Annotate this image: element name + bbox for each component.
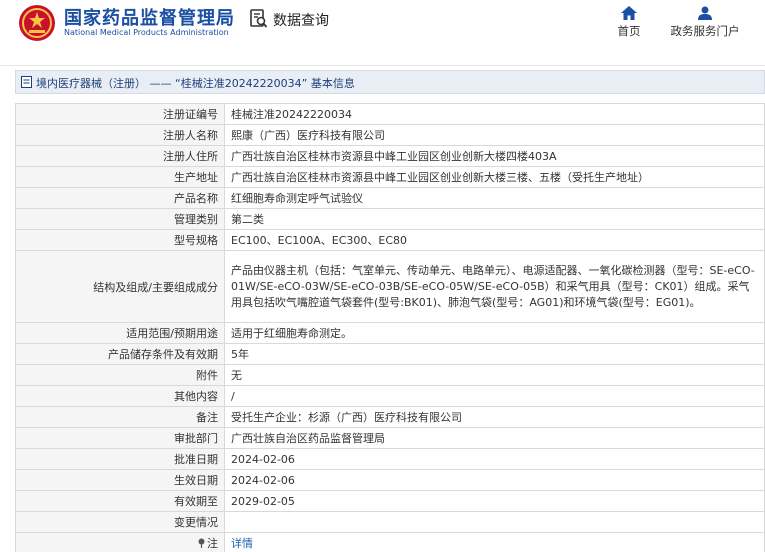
nav-home[interactable]: 首页 <box>612 6 646 39</box>
user-icon <box>698 6 712 20</box>
field-label: 结构及组成/主要组成成分 <box>15 250 225 323</box>
field-label: 管理类别 <box>15 208 225 230</box>
field-label: 注 <box>15 532 225 552</box>
table-row: 注册人住所 广西壮族自治区桂林市资源县中峰工业园区创业创新大楼四楼403A <box>15 145 765 167</box>
table-row: 结构及组成/主要组成成分 产品由仪器主机（包括：气室单元、传动单元、电路单元）、电… <box>15 250 765 323</box>
field-value: 熙康（广西）医疗科技有限公司 <box>224 124 765 146</box>
field-label: 有效期至 <box>15 490 225 512</box>
field-value: 详情 <box>224 532 765 552</box>
field-value: 广西壮族自治区药品监督管理局 <box>224 427 765 449</box>
field-value: 广西壮族自治区桂林市资源县中峰工业园区创业创新大楼三楼、五楼（受托生产地址） <box>224 166 765 188</box>
field-value <box>224 511 765 533</box>
table-row: 注册人名称 熙康（广西）医疗科技有限公司 <box>15 124 765 146</box>
field-label: 适用范围/预期用途 <box>15 322 225 344</box>
section-title: 境内医疗器械（注册） —— “桂械注准20242220034” 基本信息 <box>36 77 355 90</box>
field-value: 5年 <box>224 343 765 365</box>
national-emblem-icon <box>19 5 55 41</box>
note-label: 注 <box>207 537 218 550</box>
nav-service-portal-label: 政务服务门户 <box>670 24 740 38</box>
home-icon <box>621 6 637 20</box>
table-row: 有效期至 2029-02-05 <box>15 490 765 512</box>
table-row: 产品储存条件及有效期 5年 <box>15 343 765 365</box>
field-label: 注册人名称 <box>15 124 225 146</box>
data-query-label: 数据查询 <box>273 13 329 29</box>
table-row: 管理类别 第二类 <box>15 208 765 230</box>
table-row: 生产地址 广西壮族自治区桂林市资源县中峰工业园区创业创新大楼三楼、五楼（受托生产地… <box>15 166 765 188</box>
site-header: 国家药品监督管理局 National Medical Products Admi… <box>0 0 765 66</box>
field-value: 2024-02-06 <box>224 469 765 491</box>
field-label: 备注 <box>15 406 225 428</box>
nav-service-portal[interactable]: 政务服务门户 <box>664 6 746 39</box>
site-subtitle: National Medical Products Administration <box>64 28 229 37</box>
data-query-icon <box>250 9 268 28</box>
field-value: 适用于红细胞寿命测定。 <box>224 322 765 344</box>
field-label: 注册人住所 <box>15 145 225 167</box>
field-label: 生效日期 <box>15 469 225 491</box>
field-label: 型号规格 <box>15 229 225 251</box>
nav-home-label: 首页 <box>617 24 641 38</box>
table-row: 注册证编号 桂械注准20242220034 <box>15 103 765 125</box>
field-label: 产品名称 <box>15 187 225 209</box>
field-label: 生产地址 <box>15 166 225 188</box>
registration-info-table: 注册证编号 桂械注准20242220034 注册人名称 熙康（广西）医疗科技有限公司注… <box>15 103 765 552</box>
field-value: 第二类 <box>224 208 765 230</box>
field-value: 广西壮族自治区桂林市资源县中峰工业园区创业创新大楼四楼403A <box>224 145 765 167</box>
table-row: 备注 受托生产企业：杉源（广西）医疗科技有限公司 <box>15 406 765 428</box>
document-icon <box>21 76 32 88</box>
field-label: 其他内容 <box>15 385 225 407</box>
table-row: 其他内容 / <box>15 385 765 407</box>
table-row: 型号规格 EC100、EC100A、EC300、EC80 <box>15 229 765 251</box>
field-label: 注册证编号 <box>15 103 225 125</box>
table-row: 适用范围/预期用途 适用于红细胞寿命测定。 <box>15 322 765 344</box>
field-value: 产品由仪器主机（包括：气室单元、传动单元、电路单元）、电源适配器、一氧化碳检测器… <box>224 250 765 323</box>
field-value: / <box>224 385 765 407</box>
field-value: EC100、EC100A、EC300、EC80 <box>224 229 765 251</box>
table-row: 附件无 <box>15 364 765 386</box>
field-value: 无 <box>224 364 765 386</box>
pin-icon <box>198 538 205 548</box>
table-row: 产品名称 红细胞寿命测定呼气试验仪 <box>15 187 765 209</box>
field-label: 附件 <box>15 364 225 386</box>
field-label: 变更情况 <box>15 511 225 533</box>
details-link[interactable]: 详情 <box>231 537 253 550</box>
field-label: 批准日期 <box>15 448 225 470</box>
field-value: 受托生产企业：杉源（广西）医疗科技有限公司 <box>224 406 765 428</box>
table-row: 批准日期 2024-02-06 <box>15 448 765 470</box>
field-label: 产品储存条件及有效期 <box>15 343 225 365</box>
table-row: 变更情况 <box>15 511 765 533</box>
field-label: 审批部门 <box>15 427 225 449</box>
field-value: 桂械注准20242220034 <box>224 103 765 125</box>
field-value: 2024-02-06 <box>224 448 765 470</box>
table-row: 审批部门 广西壮族自治区药品监督管理局 <box>15 427 765 449</box>
table-row: 生效日期 2024-02-06 <box>15 469 765 491</box>
table-row-note: 注详情 <box>15 532 765 552</box>
field-value: 红细胞寿命测定呼气试验仪 <box>224 187 765 209</box>
detail-section-header: 境内医疗器械（注册） —— “桂械注准20242220034” 基本信息 <box>15 70 765 94</box>
site-title: 国家药品监督管理局 <box>64 8 235 29</box>
field-value: 2029-02-05 <box>224 490 765 512</box>
